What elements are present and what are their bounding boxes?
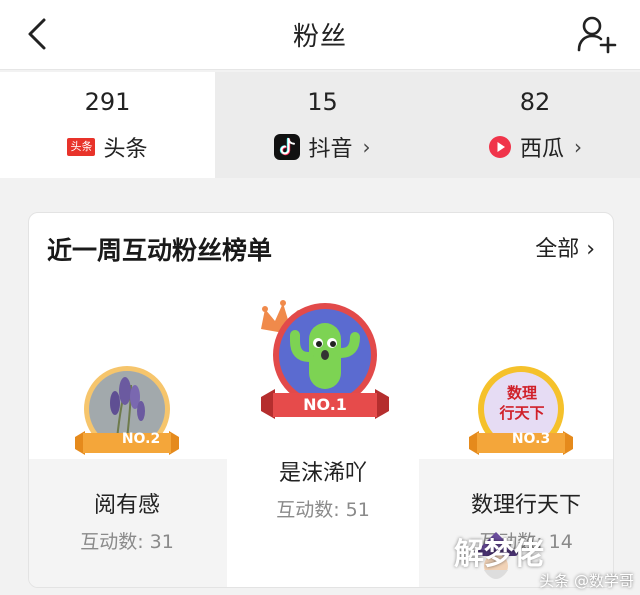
toutiao-label: 头条 — [103, 137, 148, 162]
watermark-caption: 头条 @数学哥 — [539, 572, 634, 590]
ranking-title: 近一周互动粉丝榜单 — [47, 236, 273, 265]
stat-toutiao[interactable]: 291 头条 头条 — [0, 72, 215, 178]
toutiao-count: 291 — [84, 88, 131, 116]
platform-stats: 291 头条 头条 15 抖音 › 82 西瓜 › — [0, 72, 640, 178]
toutiao-icon: 头条 — [67, 138, 96, 156]
douyin-label: 抖音 — [308, 137, 353, 162]
xigua-icon — [488, 136, 511, 158]
douyin-count: 15 — [307, 88, 338, 116]
watermark-logo: 解梦佬 — [454, 537, 544, 572]
chevron-right-icon: › — [574, 135, 582, 159]
chevron-right-icon: › — [362, 135, 371, 159]
fan-rank1[interactable]: 是沫浠吖 互动数: 51 — [227, 455, 419, 522]
fan-score: 互动数: 31 — [80, 531, 174, 553]
page-title: 粉丝 — [292, 22, 347, 52]
add-follower-icon[interactable] — [574, 12, 618, 56]
fan-rank2[interactable]: 阅有感 互动数: 31 — [49, 487, 205, 554]
fan-name: 是沫浠吖 — [278, 461, 367, 486]
stat-xigua[interactable]: 82 西瓜 › — [430, 72, 640, 178]
xigua-count: 82 — [519, 88, 551, 116]
fan-name: 阅有感 — [93, 493, 160, 518]
fan-score: 互动数: 51 — [276, 499, 370, 521]
rank3-label: NO.3 — [511, 431, 551, 447]
fan-name: 数理行天下 — [470, 493, 581, 518]
rank3-avatar-text: 数理 行天下 — [499, 384, 545, 422]
xigua-label: 西瓜 — [519, 137, 564, 162]
rank2-badge[interactable] — [69, 363, 193, 467]
top-bar: 粉丝 — [0, 0, 640, 70]
stat-douyin[interactable]: 15 抖音 › — [215, 72, 430, 178]
rank1-label: NO.1 — [303, 395, 347, 414]
rank2-label: NO.2 — [121, 431, 161, 447]
douyin-icon — [274, 134, 301, 160]
view-all-link[interactable]: 全部 › — [535, 231, 595, 263]
